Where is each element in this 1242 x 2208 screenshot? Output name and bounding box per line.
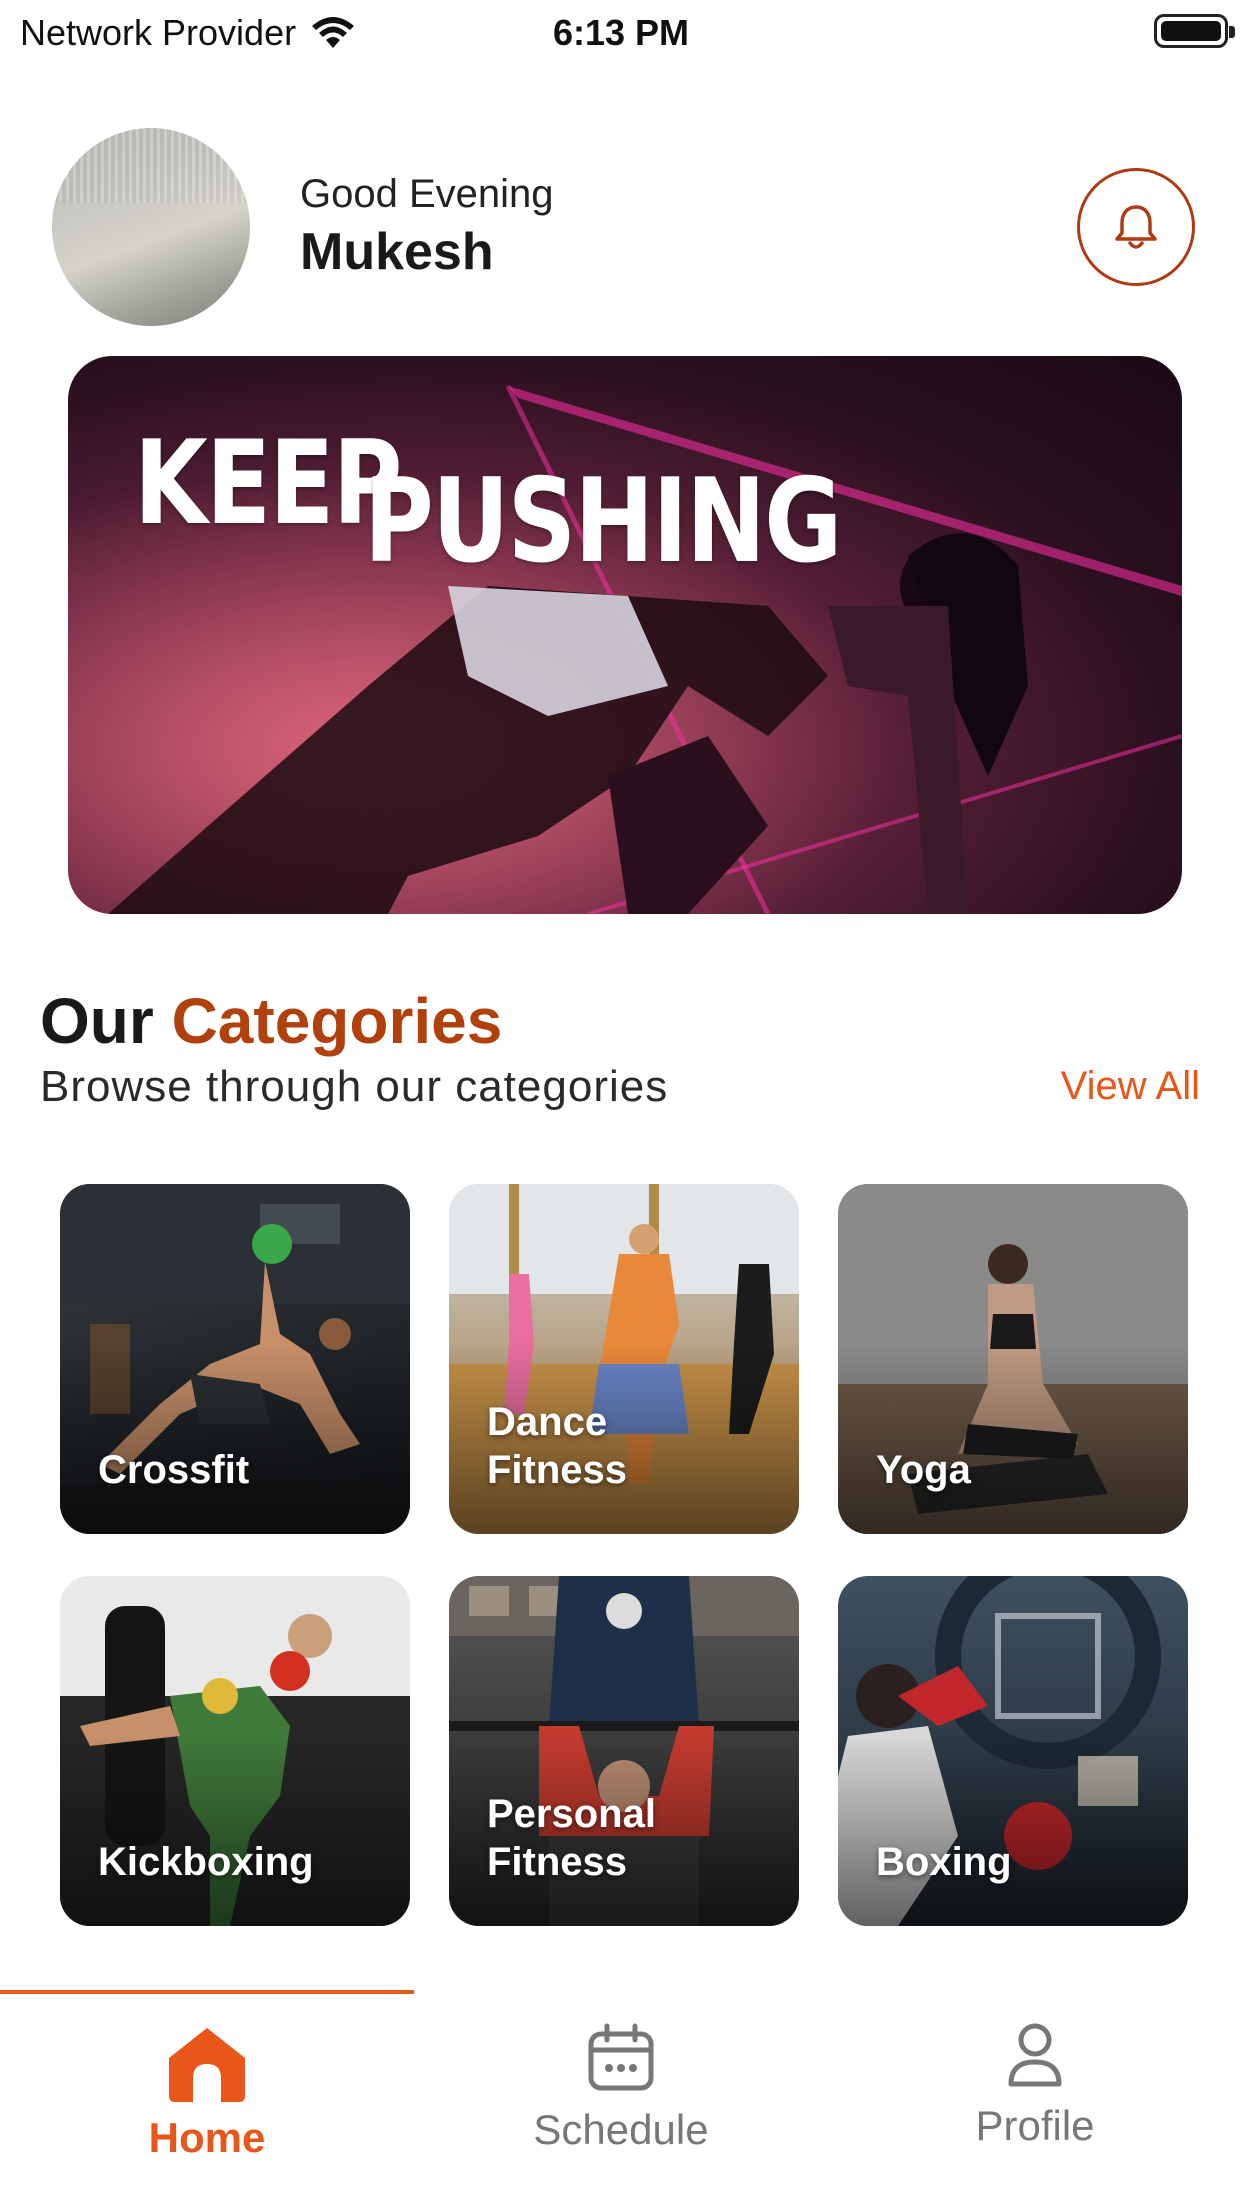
categories-title-part1: Our [40, 985, 154, 1057]
nav-home-label: Home [148, 2114, 266, 2161]
banner-headline: KEEP PUSHING [134, 416, 842, 589]
category-label: Dance Fitness [487, 1400, 628, 1492]
greeting-text: Good Evening [300, 172, 554, 216]
notifications-button[interactable] [1077, 168, 1195, 286]
avatar[interactable] [52, 128, 250, 326]
category-label: Kickboxing [98, 1840, 314, 1884]
category-card-kickboxing[interactable]: Kickboxing [60, 1576, 410, 1926]
user-name: Mukesh [300, 223, 494, 281]
bell-icon [1115, 205, 1157, 249]
view-all-link[interactable]: View All [1061, 1064, 1200, 1109]
categories-subtitle: Browse through our categories [40, 1062, 669, 1111]
bottom-nav: Home Schedule Profile [0, 1990, 1242, 2208]
battery-icon [1154, 14, 1235, 48]
promo-banner[interactable]: KEEP PUSHING [68, 356, 1182, 914]
nav-profile[interactable]: Profile [828, 1990, 1242, 2208]
category-card-boxing[interactable]: Boxing [838, 1576, 1188, 1926]
nav-profile-label: Profile [975, 2102, 1095, 2149]
status-bar: Network Provider 6:13 PM [0, 0, 1242, 64]
banner-line-2: PUSHING [364, 454, 842, 589]
category-card-dance-fitness[interactable]: Dance Fitness [449, 1184, 799, 1534]
category-card-personal-fitness[interactable]: Personal Fitness [449, 1576, 799, 1926]
category-label: Personal Fitness [487, 1792, 656, 1884]
categories-title-part2: Categories [171, 985, 503, 1057]
categories-title: Our Categories [40, 984, 502, 1058]
status-time: 6:13 PM [552, 12, 690, 53]
category-card-crossfit[interactable]: Crossfit [60, 1184, 410, 1534]
category-label: Yoga [876, 1448, 971, 1492]
nav-schedule[interactable]: Schedule [414, 1990, 828, 2208]
category-card-yoga[interactable]: Yoga [838, 1184, 1188, 1534]
nav-home[interactable]: Home [0, 1990, 414, 2208]
nav-schedule-label: Schedule [533, 2106, 709, 2153]
category-label: Boxing [876, 1840, 1012, 1884]
category-label: Crossfit [98, 1448, 250, 1492]
user-icon [1008, 2023, 1062, 2087]
calendar-icon [588, 2023, 654, 2091]
home-icon [169, 2028, 245, 2102]
banner-line-1: KEEP [134, 416, 402, 551]
